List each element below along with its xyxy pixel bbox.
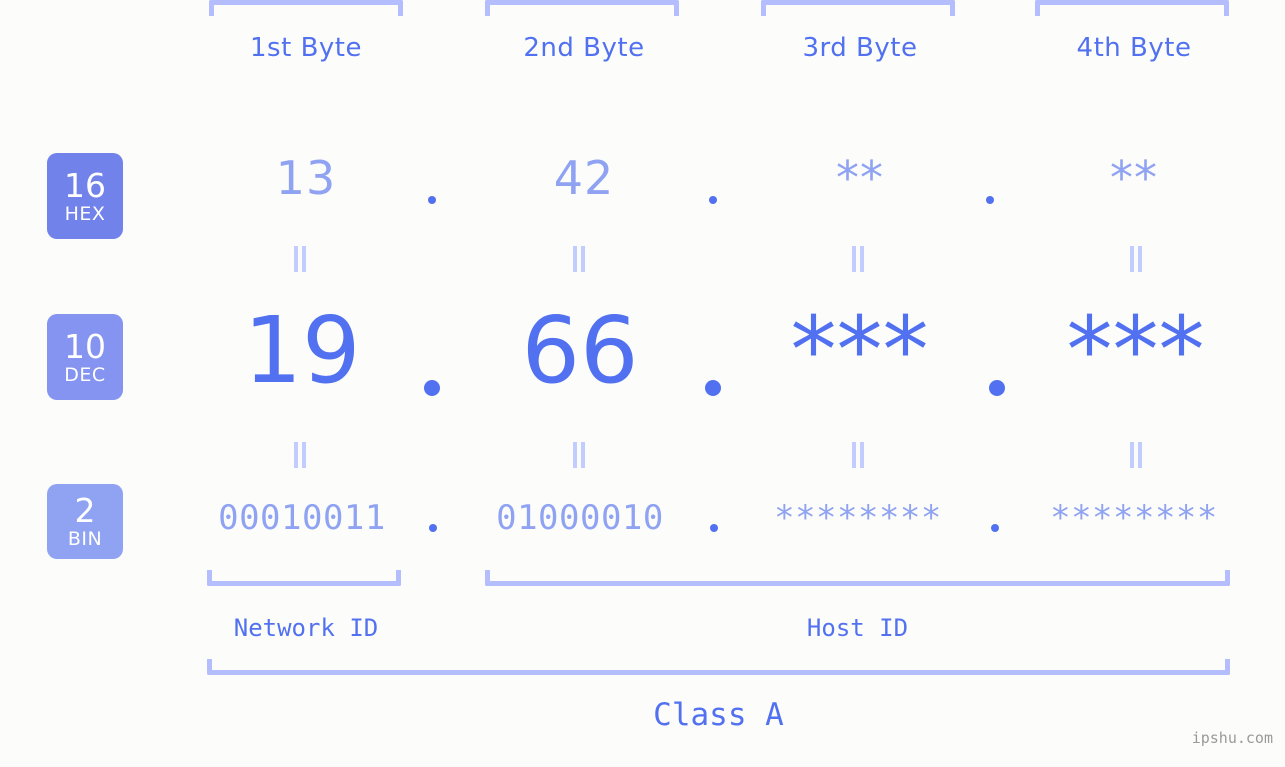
radix-badge-hex-number: 16 — [64, 165, 106, 205]
hex-byte-2: 42 — [553, 151, 615, 205]
dec-byte-3: *** — [790, 297, 929, 404]
byte-header-3: 3rd Byte — [802, 33, 918, 63]
radix-badge-dec-tag: DEC — [64, 363, 106, 386]
dec-byte-2: 66 — [521, 297, 639, 404]
dec-byte-4: *** — [1066, 297, 1205, 404]
bin-dot-3 — [991, 524, 999, 532]
radix-badge-bin[interactable]: 2 BIN — [47, 484, 123, 559]
hex-dot-2 — [709, 196, 717, 204]
class-label: Class A — [653, 697, 784, 733]
radix-badge-dec-number: 10 — [64, 326, 106, 366]
bin-byte-3: ******** — [774, 498, 942, 538]
ip-breakdown-diagram: 1st Byte 2nd Byte 3rd Byte 4th Byte 16 H… — [0, 0, 1285, 767]
equals-separator-dec-bin-4 — [1129, 442, 1143, 468]
byte-bracket-2 — [485, 0, 679, 16]
network-id-bracket — [207, 570, 401, 586]
byte-bracket-1 — [209, 0, 403, 16]
hex-byte-3: ** — [836, 151, 884, 205]
equals-separator-hex-dec-3 — [851, 246, 865, 272]
byte-header-1: 1st Byte — [250, 33, 362, 63]
host-id-bracket — [485, 570, 1230, 586]
hex-dot-3 — [986, 196, 994, 204]
network-id-label: Network ID — [233, 614, 379, 642]
hex-byte-1: 13 — [275, 151, 337, 205]
class-bracket — [207, 659, 1230, 675]
radix-badge-bin-number: 2 — [74, 491, 96, 530]
dec-dot-2 — [705, 380, 721, 396]
bin-dot-2 — [710, 524, 718, 532]
byte-header-2: 2nd Byte — [523, 33, 645, 63]
bin-byte-2: 01000010 — [496, 498, 664, 538]
radix-badge-bin-tag: BIN — [67, 528, 103, 550]
dec-dot-3 — [989, 380, 1005, 396]
equals-separator-dec-bin-2 — [572, 442, 586, 468]
hex-byte-4: ** — [1110, 151, 1158, 205]
equals-separator-dec-bin-1 — [293, 442, 307, 468]
byte-bracket-4 — [1035, 0, 1229, 16]
equals-separator-dec-bin-3 — [851, 442, 865, 468]
radix-badge-dec[interactable]: 10 DEC — [47, 314, 123, 400]
equals-separator-hex-dec-1 — [293, 246, 307, 272]
host-id-label: Host ID — [806, 614, 909, 642]
byte-bracket-3 — [761, 0, 955, 16]
bin-byte-4: ******** — [1050, 498, 1218, 538]
hex-dot-1 — [428, 196, 436, 204]
byte-header-4: 4th Byte — [1076, 33, 1192, 63]
radix-badge-hex-tag: HEX — [64, 202, 106, 225]
equals-separator-hex-dec-2 — [572, 246, 586, 272]
dec-byte-1: 19 — [243, 297, 361, 404]
radix-badge-hex[interactable]: 16 HEX — [47, 153, 123, 239]
bin-dot-1 — [429, 524, 437, 532]
dec-dot-1 — [424, 380, 440, 396]
equals-separator-hex-dec-4 — [1129, 246, 1143, 272]
watermark: ipshu.com — [1191, 729, 1273, 747]
bin-byte-1: 00010011 — [218, 498, 386, 538]
